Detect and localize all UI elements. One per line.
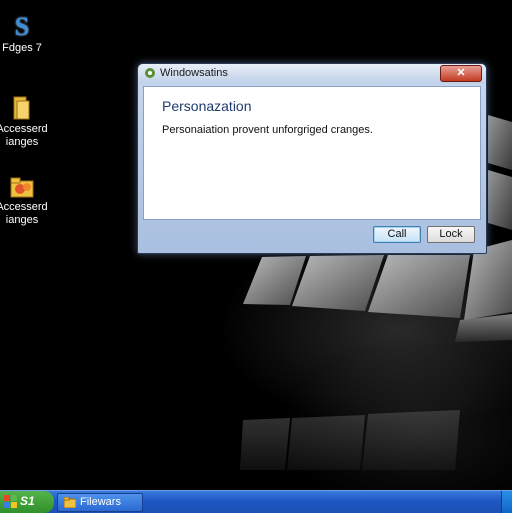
system-tray[interactable] [501, 491, 512, 513]
folder-icon [13, 96, 30, 120]
dialog-title: Windowsatins [160, 67, 228, 79]
desktop-icon-label: Accesserd ianges [0, 123, 48, 148]
dialog-content: Personazation Personaiation provent unfo… [143, 86, 481, 220]
dialog-titlebar[interactable]: Windowsatins ✕ [138, 64, 486, 84]
close-button[interactable]: ✕ [440, 65, 482, 82]
taskbar: S1 Filewars [0, 490, 512, 513]
dialog-heading: Personazation [162, 98, 252, 114]
desktop-icon-3[interactable]: Accesserd ianges [0, 175, 50, 227]
start-label: S1 [20, 494, 35, 508]
taskbar-item-label: Filewars [80, 496, 121, 508]
taskbar-item-filewars[interactable]: Filewars [57, 493, 143, 512]
windows-logo-icon [4, 495, 17, 508]
desktop-icon-label: Accesserd ianges [0, 201, 48, 226]
call-button[interactable]: Call [373, 226, 421, 243]
explorer-icon [64, 497, 76, 508]
desktop: S Fdges 7 Accesserd ianges Accesserd ian… [0, 0, 512, 490]
windows-settings-icon [145, 68, 155, 78]
start-button[interactable]: S1 [0, 491, 54, 513]
dialog-message: Personaiation provent unforgriged crange… [162, 124, 373, 136]
settings-folder-icon [10, 177, 34, 198]
dialog-window: Windowsatins ✕ Personazation Personaiati… [137, 63, 487, 254]
desktop-icon-2[interactable]: Accesserd ianges [0, 95, 50, 149]
desktop-icon-1[interactable]: S Fdges 7 [0, 14, 50, 55]
lock-button[interactable]: Lock [427, 226, 475, 243]
desktop-icon-label: Fdges 7 [2, 42, 42, 54]
s-icon: S [14, 12, 30, 41]
